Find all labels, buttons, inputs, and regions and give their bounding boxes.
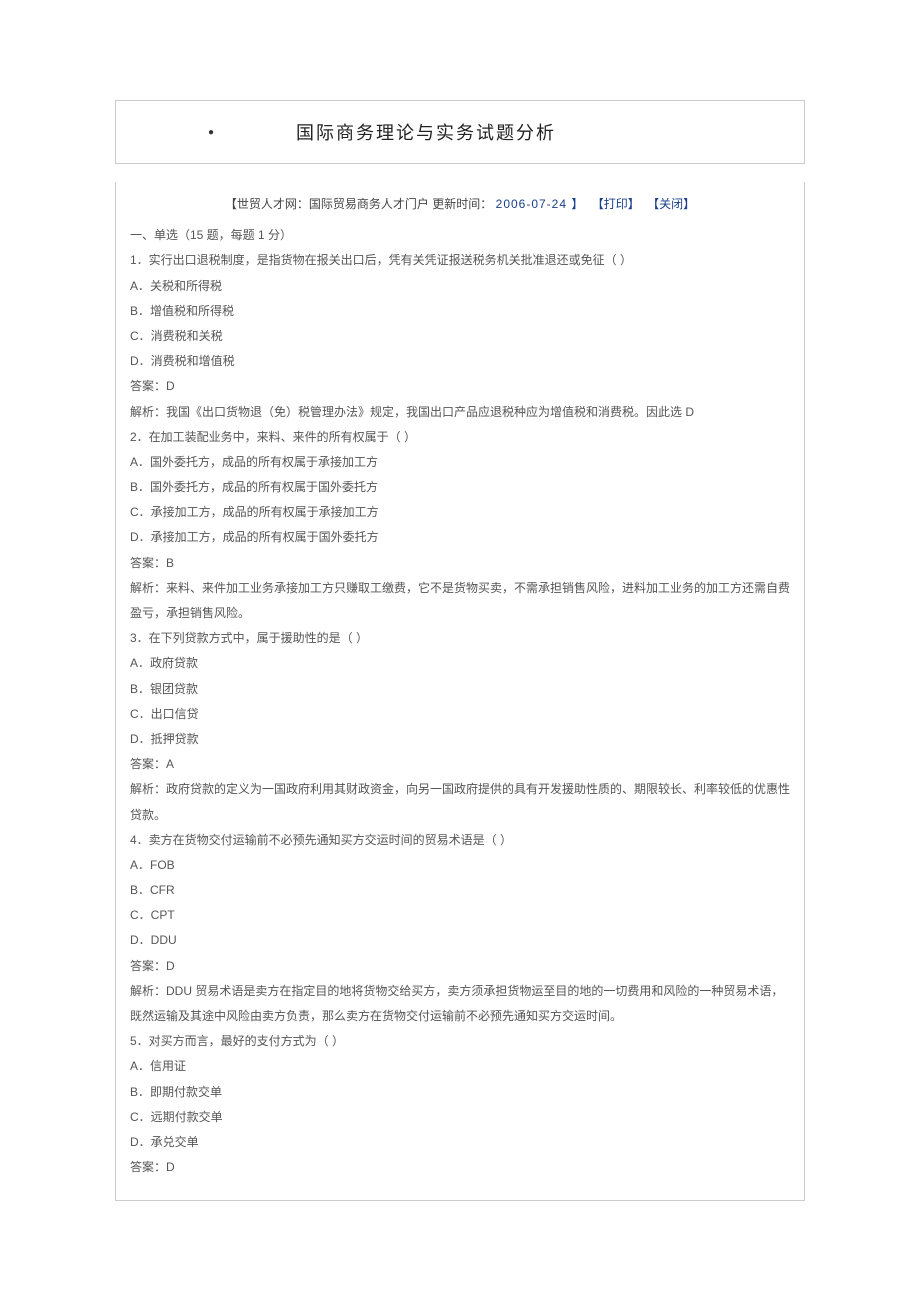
question-stem: 5．对买方而言，最好的支付方式为（ ） <box>130 1029 790 1054</box>
question-option: C．远期付款交单 <box>130 1105 790 1130</box>
question-analysis: 解析：来料、来件加工业务承接加工方只赚取工缴费，它不是货物买卖，不需承担销售风险… <box>130 576 790 626</box>
question-option: D．DDU <box>130 928 790 953</box>
question-option: D．抵押贷款 <box>130 727 790 752</box>
question-answer: 答案：A <box>130 752 790 777</box>
question-analysis: 解析：政府贷款的定义为一国政府利用其财政资金，向另一国政府提供的具有开发援助性质… <box>130 777 790 827</box>
question-stem: 3．在下列贷款方式中，属于援助性的是（ ） <box>130 626 790 651</box>
question-option: A．国外委托方，成品的所有权属于承接加工方 <box>130 450 790 475</box>
question-option: A．FOB <box>130 853 790 878</box>
question-option: A．信用证 <box>130 1054 790 1079</box>
question-answer: 答案：D <box>130 954 790 979</box>
question-option: B．CFR <box>130 878 790 903</box>
question-option: A．关税和所得税 <box>130 274 790 299</box>
question-option: D．承兑交单 <box>130 1130 790 1155</box>
question-option: C．承接加工方，成品的所有权属于承接加工方 <box>130 500 790 525</box>
question-answer: 答案：D <box>130 374 790 399</box>
question-stem: 4．卖方在货物交付运输前不必预先通知买方交运时间的贸易术语是（ ） <box>130 828 790 853</box>
content-box: 【世贸人才网：国际贸易商务人才门户 更新时间： 2006-07-24 】 【打印… <box>115 182 805 1201</box>
question-option: C．出口信贷 <box>130 702 790 727</box>
question-option: C．消费税和关税 <box>130 324 790 349</box>
question-answer: 答案：D <box>130 1155 790 1180</box>
question-option: D．消费税和增值税 <box>130 349 790 374</box>
update-label: 更新时间： <box>432 197 492 211</box>
meta-line: 【世贸人才网：国际贸易商务人才门户 更新时间： 2006-07-24 】 【打印… <box>130 192 790 217</box>
question-option: C．CPT <box>130 903 790 928</box>
question-analysis: 解析：我国《出口货物退（免）税管理办法》规定，我国出口产品应退税种应为增值税和消… <box>130 400 790 425</box>
question-answer: 答案：B <box>130 551 790 576</box>
question-stem: 1．实行出口退税制度，是指货物在报关出口后，凭有关凭证报送税务机关批准退还或免征… <box>130 248 790 273</box>
question-option: B．国外委托方，成品的所有权属于国外委托方 <box>130 475 790 500</box>
title-row: ● 国际商务理论与实务试题分析 <box>115 100 805 164</box>
question-option: B．银团贷款 <box>130 677 790 702</box>
question-option: B．增值税和所得税 <box>130 299 790 324</box>
question-option: D．承接加工方，成品的所有权属于国外委托方 <box>130 525 790 550</box>
document-page: ● 国际商务理论与实务试题分析 【世贸人才网：国际贸易商务人才门户 更新时间： … <box>0 0 920 1261</box>
section-heading: 一、单选（15 题，每题 1 分） <box>130 223 790 248</box>
question-option: B．即期付款交单 <box>130 1080 790 1105</box>
question-option: A．政府贷款 <box>130 651 790 676</box>
question-analysis: 解析：DDU 贸易术语是卖方在指定目的地将货物交给买方，卖方须承担货物运至目的地… <box>130 979 790 1029</box>
page-title: 国际商务理论与实务试题分析 <box>296 119 556 145</box>
close-link[interactable]: 【关闭】 <box>647 197 695 211</box>
question-stem: 2．在加工装配业务中，来料、来件的所有权属于（ ） <box>130 425 790 450</box>
source-label: 【世贸人才网：国际贸易商务人才门户 <box>225 197 429 211</box>
update-date: 2006-07-24 】 <box>496 197 585 211</box>
bullet-icon: ● <box>126 127 296 138</box>
print-link[interactable]: 【打印】 <box>592 197 640 211</box>
